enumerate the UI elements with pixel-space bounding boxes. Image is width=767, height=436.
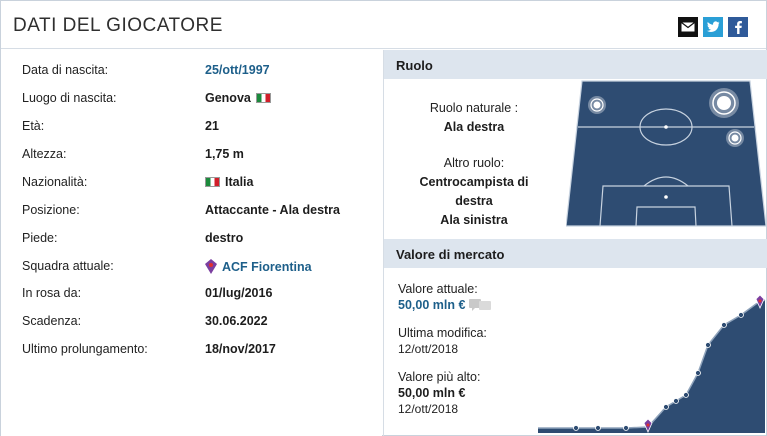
role-marker-secondary <box>726 129 744 147</box>
twitter-bird-icon <box>706 21 720 32</box>
detail-label: Ultimo prolungamento: <box>22 342 148 356</box>
detail-row: Piede: destro <box>1 224 382 252</box>
detail-label: Luogo di nascita: <box>22 91 117 105</box>
detail-label: In rosa da: <box>22 286 82 300</box>
detail-label: Data di nascita: <box>22 63 109 77</box>
market-value-chart <box>538 295 766 433</box>
facebook-f-icon <box>735 21 742 34</box>
detail-row: Data di nascita: 25/ott/1997 <box>1 56 382 84</box>
player-details: Data di nascita: 25/ott/1997 Luogo di nasc… <box>1 50 382 436</box>
detail-label: Nazionalità: <box>22 175 88 189</box>
detail-value-text: Genova <box>205 91 251 105</box>
detail-value-text: 21 <box>205 119 219 133</box>
right-panel: Ruolo Ruolo naturale : Ala destra Altro … <box>383 50 767 436</box>
detail-value: 1,75 m <box>205 147 244 161</box>
detail-row: Età: 21 <box>1 112 382 140</box>
detail-label: Piede: <box>22 231 58 245</box>
chart-point[interactable] <box>573 425 579 431</box>
current-value: 50,00 mln € <box>398 298 466 312</box>
chart-point[interactable] <box>738 312 744 318</box>
detail-label: Altezza: <box>22 147 67 161</box>
last-change-label: Ultima modifica: <box>398 326 487 340</box>
chart-point[interactable] <box>595 425 601 431</box>
detail-value: 18/nov/2017 <box>205 342 276 356</box>
current-value-link[interactable]: 50,00 mln € <box>398 297 492 313</box>
other-role-value: Centrocampista di <box>419 175 529 189</box>
other-role-value: Ala sinistra <box>440 213 508 227</box>
detail-value-text: ACF Fiorentina <box>222 259 312 274</box>
highest-value: 50,00 mln € <box>398 386 466 400</box>
fiorentina-crest-icon <box>205 259 217 274</box>
chart-point[interactable] <box>623 425 629 431</box>
detail-value-text: Attaccante - Ala destra <box>205 203 340 217</box>
detail-row: Nazionalità: Italia <box>1 168 382 196</box>
detail-label: Età: <box>22 119 45 133</box>
detail-label: Scadenza: <box>22 314 82 328</box>
market-value-text: Valore attuale: 50,00 mln € Ultima modif… <box>398 281 492 417</box>
role-section-header: Ruolo <box>384 50 767 79</box>
chart-point[interactable] <box>721 322 727 328</box>
market-value-heading: Valore di mercato <box>396 247 505 262</box>
envelope-icon <box>681 22 695 32</box>
detail-value: destro <box>205 231 243 245</box>
highest-value-label: Valore più alto: <box>398 370 481 384</box>
detail-value-text: destro <box>205 231 244 245</box>
last-change-date: 12/ott/2018 <box>398 342 459 356</box>
card-title: DATI DEL GIOCATORE <box>13 15 223 36</box>
detail-value: 01/lug/2016 <box>205 286 272 300</box>
twitter-share-button[interactable] <box>703 17 723 37</box>
italy-flag-icon <box>255 93 271 103</box>
detail-value: 21 <box>205 119 219 133</box>
speech-bubbles-icon <box>469 299 492 311</box>
detail-value[interactable]: ACF Fiorentina <box>205 259 312 274</box>
detail-value: 30.06.2022 <box>205 314 268 328</box>
other-role-value: destra <box>455 194 493 208</box>
detail-row: Altezza: 1,75 m <box>1 140 382 168</box>
facebook-share-button[interactable] <box>728 17 748 37</box>
position-pitch <box>566 80 766 227</box>
role-marker-secondary <box>588 96 606 114</box>
chart-point[interactable] <box>695 370 701 376</box>
detail-row: Luogo di nascita: Genova <box>1 84 382 112</box>
natural-role-value: Ala destra <box>443 120 505 134</box>
chart-point[interactable] <box>705 342 711 348</box>
current-value-label: Valore attuale: <box>398 282 478 296</box>
detail-value-text: 30.06.2022 <box>205 314 268 328</box>
detail-row: In rosa da: 01/lug/2016 <box>1 279 382 307</box>
other-role-label: Altro ruolo: <box>443 156 505 170</box>
detail-value-text: 25/ott/1997 <box>205 63 270 77</box>
detail-row: Squadra attuale: ACF Fiorentina <box>1 252 382 280</box>
detail-row: Scadenza: 30.06.2022 <box>1 307 382 335</box>
detail-value-text: 1,75 m <box>205 147 244 161</box>
detail-value: Italia <box>205 175 254 189</box>
detail-value-text: 01/lug/2016 <box>205 286 273 300</box>
detail-label: Squadra attuale: <box>22 259 114 273</box>
role-text: Ruolo naturale : Ala destra Altro ruolo:… <box>384 79 564 230</box>
detail-label: Posizione: <box>22 203 80 217</box>
email-share-button[interactable] <box>678 17 698 37</box>
detail-value[interactable]: 25/ott/1997 <box>205 63 270 77</box>
chart-point[interactable] <box>673 398 679 404</box>
detail-value-text: Italia <box>225 175 254 189</box>
role-marker-main <box>709 88 739 118</box>
market-value-area <box>538 300 765 433</box>
detail-value: Genova <box>205 91 271 105</box>
detail-row: Ultimo prolungamento: 18/nov/2017 <box>1 335 382 363</box>
italy-flag-icon <box>205 177 220 187</box>
detail-value-text: 18/nov/2017 <box>205 342 276 356</box>
detail-row: Posizione: Attaccante - Ala destra <box>1 196 382 224</box>
market-value-section-header: Valore di mercato <box>384 239 767 268</box>
natural-role-label: Ruolo naturale : <box>429 101 519 115</box>
card-header: DATI DEL GIOCATORE <box>1 1 766 49</box>
chart-point[interactable] <box>683 392 689 398</box>
highest-value-date: 12/ott/2018 <box>398 402 459 416</box>
player-data-card: DATI DEL GIOCATORE Data di nascita: 25/ot… <box>0 0 767 436</box>
detail-value: Attaccante - Ala destra <box>205 203 340 217</box>
chart-point[interactable] <box>663 404 669 410</box>
role-heading: Ruolo <box>396 58 433 73</box>
